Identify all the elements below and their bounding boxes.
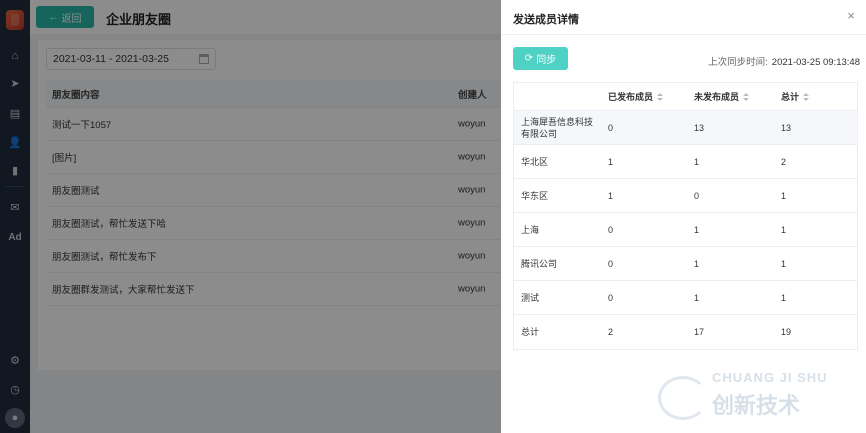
department-name: 上海犀吾信息科技有限公司	[521, 116, 594, 139]
watermark: CHUANG JI SHU 创新技术	[650, 368, 860, 428]
drawer-title: 发送成员详情	[513, 14, 579, 26]
total-count: 1	[781, 292, 787, 303]
department-name: 测试	[521, 292, 540, 303]
total-count: 1	[781, 224, 787, 235]
modal-overlay[interactable]	[0, 0, 501, 433]
column-header-total-label: 总计	[781, 91, 800, 102]
column-header-published[interactable]: 已发布成员	[608, 91, 664, 103]
member-table: 已发布成员 未发布成员 总计 上海犀吾信息科技有限公司 0 13 13 华北区 1 1 2 华东…	[513, 82, 858, 350]
column-header-unpublished[interactable]: 未发布成员	[694, 91, 750, 103]
unpublished-count: 1	[694, 292, 700, 303]
column-header-total[interactable]: 总计	[781, 91, 810, 103]
member-row[interactable]: 腾讯公司 0 1 1	[514, 247, 857, 281]
member-table-header: 已发布成员 未发布成员 总计	[514, 83, 857, 111]
watermark-en: CHUANG JI SHU	[712, 370, 828, 385]
column-header-unpublished-label: 未发布成员	[694, 91, 740, 102]
last-sync-label: 上次同步时间:	[708, 57, 768, 68]
total-count: 19	[781, 327, 792, 337]
watermark-logo-icon	[658, 376, 708, 420]
member-row[interactable]: 总计 2 17 19	[514, 315, 857, 349]
total-count: 13	[781, 122, 792, 133]
unpublished-count: 0	[694, 190, 700, 201]
department-name: 华北区	[521, 156, 549, 167]
department-name: 华东区	[521, 190, 549, 201]
member-row[interactable]: 华北区 1 1 2	[514, 145, 857, 179]
last-sync-info: 上次同步时间: 2021-03-25 09:13:48	[708, 54, 860, 68]
last-sync-value: 2021-03-25 09:13:48	[771, 57, 860, 68]
published-count: 0	[608, 122, 614, 133]
member-row[interactable]: 上海 0 1 1	[514, 213, 857, 247]
drawer-divider	[501, 34, 866, 35]
member-row[interactable]: 上海犀吾信息科技有限公司 0 13 13	[514, 111, 857, 145]
total-count: 2	[781, 156, 787, 167]
total-count: 1	[781, 190, 787, 201]
close-icon[interactable]: ×	[844, 9, 858, 23]
sync-button[interactable]: ⟳ 同步	[513, 47, 568, 70]
published-count: 2	[608, 327, 614, 337]
published-count: 0	[608, 224, 614, 235]
unpublished-count: 17	[694, 327, 705, 337]
refresh-icon: ⟳	[524, 53, 534, 64]
column-header-published-label: 已发布成员	[608, 91, 654, 102]
unpublished-count: 1	[694, 156, 700, 167]
sort-icon[interactable]	[803, 93, 810, 102]
sort-icon[interactable]	[657, 93, 664, 102]
published-count: 1	[608, 190, 614, 201]
watermark-cn: 创新技术	[712, 393, 801, 418]
sort-icon[interactable]	[743, 93, 750, 102]
unpublished-count: 1	[694, 258, 700, 269]
member-row[interactable]: 华东区 1 0 1	[514, 179, 857, 213]
published-count: 0	[608, 258, 614, 269]
unpublished-count: 13	[694, 122, 705, 133]
department-name: 腾讯公司	[521, 258, 558, 269]
department-name: 总计	[521, 327, 540, 337]
total-count: 1	[781, 258, 787, 269]
member-row[interactable]: 测试 0 1 1	[514, 281, 857, 315]
unpublished-count: 1	[694, 224, 700, 235]
sync-button-label: 同步	[536, 55, 557, 66]
published-count: 1	[608, 156, 614, 167]
department-name: 上海	[521, 224, 540, 235]
published-count: 0	[608, 292, 614, 303]
